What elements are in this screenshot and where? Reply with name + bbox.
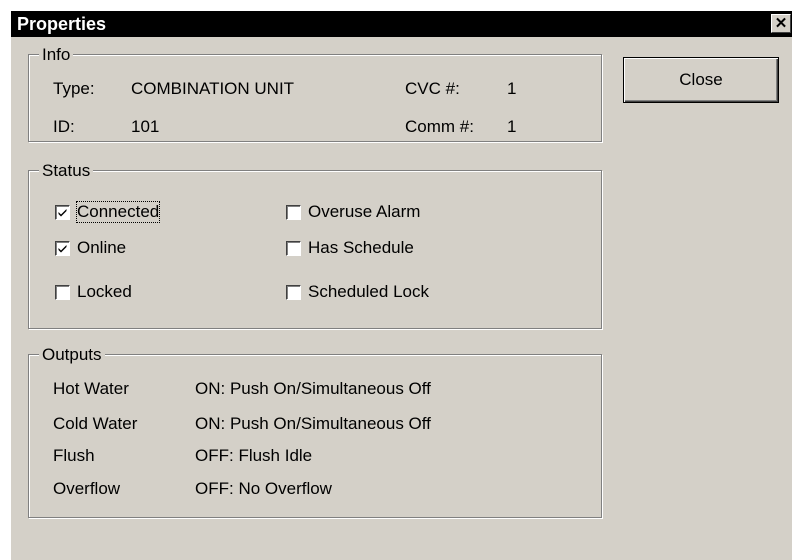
properties-dialog: Properties ✕ Info Type: COMBINATION UNIT… <box>10 10 792 560</box>
checkbox-label[interactable]: Scheduled Lock <box>308 282 429 302</box>
has-schedule-checkbox[interactable]: Has Schedule <box>286 238 486 260</box>
output-value: OFF: Flush Idle <box>195 446 313 465</box>
window-title: Properties <box>17 14 107 34</box>
outputs-legend: Outputs <box>39 345 105 365</box>
overuse-alarm-checkbox[interactable]: Overuse Alarm <box>286 202 486 224</box>
checkmark-icon <box>58 245 67 253</box>
checkmark-icon <box>58 209 67 217</box>
checkbox-label[interactable]: Locked <box>77 282 132 302</box>
checkbox-label[interactable]: Has Schedule <box>308 238 414 258</box>
type-label: Type: <box>53 79 95 98</box>
close-icon[interactable]: ✕ <box>771 14 791 33</box>
checkbox-label[interactable]: Online <box>77 238 126 258</box>
comm-label: Comm #: <box>405 117 474 136</box>
status-legend: Status <box>39 161 94 181</box>
output-name: Overflow <box>53 479 121 498</box>
checkbox-box[interactable] <box>55 205 70 220</box>
output-name: Hot Water <box>53 379 129 398</box>
id-value: 101 <box>131 117 160 136</box>
output-value: ON: Push On/Simultaneous Off <box>195 414 431 433</box>
cvc-label: CVC #: <box>405 79 460 98</box>
info-group: Info Type: COMBINATION UNIT CVC #: 1 ID:… <box>28 45 602 142</box>
outputs-group: Outputs Hot Water ON: Push On/Simultaneo… <box>28 345 602 518</box>
title-bar[interactable]: Properties ✕ <box>11 11 792 37</box>
online-checkbox[interactable]: Online <box>55 238 195 260</box>
info-legend: Info <box>39 45 74 65</box>
connected-checkbox[interactable]: Connected <box>55 201 195 224</box>
output-name: Cold Water <box>53 414 138 433</box>
output-value: ON: Push On/Simultaneous Off <box>195 379 431 398</box>
checkbox-box[interactable] <box>55 241 70 256</box>
checkbox-box[interactable] <box>286 205 301 220</box>
cvc-value: 1 <box>507 79 517 98</box>
checkbox-box[interactable] <box>286 241 301 256</box>
type-value: COMBINATION UNIT <box>131 79 295 98</box>
output-value: OFF: No Overflow <box>195 479 332 498</box>
id-label: ID: <box>53 117 75 136</box>
checkbox-label[interactable]: Connected <box>75 201 161 223</box>
locked-checkbox[interactable]: Locked <box>55 282 195 304</box>
status-group: Status Connected Online Locked Overuse A… <box>28 161 602 329</box>
scheduled-lock-checkbox[interactable]: Scheduled Lock <box>286 282 486 304</box>
checkbox-box[interactable] <box>55 285 70 300</box>
checkbox-box[interactable] <box>286 285 301 300</box>
output-name: Flush <box>53 446 95 465</box>
checkbox-label[interactable]: Overuse Alarm <box>308 202 420 222</box>
comm-value: 1 <box>507 117 517 136</box>
close-button[interactable]: Close <box>623 57 779 103</box>
